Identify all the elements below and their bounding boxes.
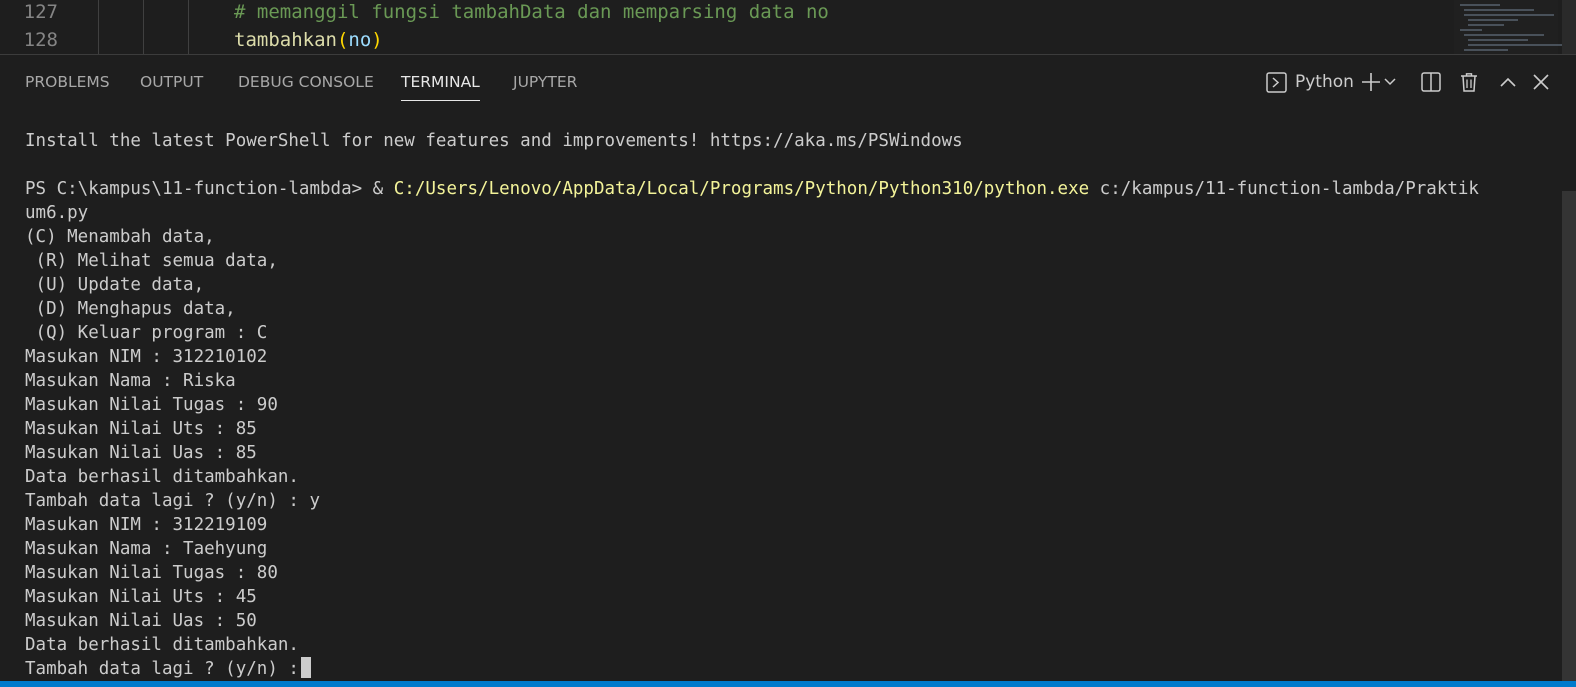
output-line: (D) Menghapus data, [25, 299, 236, 319]
minimap-line [1464, 34, 1544, 36]
split-terminal-button[interactable] [1419, 69, 1443, 95]
tab-label: PROBLEMS [25, 73, 110, 91]
code-statement: tambahkan(no) [234, 26, 383, 54]
tab-debug-console[interactable]: DEBUG CONSOLE [238, 55, 374, 111]
plus-icon [1361, 72, 1381, 92]
minimap-line [1468, 24, 1504, 26]
tab-label: DEBUG CONSOLE [238, 73, 374, 91]
tab-label: OUTPUT [140, 73, 204, 91]
minimap-line [1464, 14, 1554, 16]
launch-profile-button[interactable] [1383, 69, 1397, 95]
output-line: Masukan Nilai Tugas : 90 [25, 395, 278, 415]
terminal-scrollbar[interactable] [1562, 191, 1576, 681]
output-line: Masukan Nilai Tugas : 80 [25, 563, 278, 583]
input-prompt: Tambah data lagi ? (y/n) : [25, 659, 299, 679]
close-panel-button[interactable] [1529, 69, 1553, 95]
minimap-line [1468, 39, 1528, 41]
function-name: tambahkan [234, 29, 337, 51]
line-number: 127 [23, 1, 58, 23]
argument: no [348, 29, 372, 51]
split-terminal-icon [1421, 72, 1441, 92]
output-line: Masukan NIM : 312210102 [25, 347, 268, 367]
active-tab-indicator [401, 100, 480, 101]
install-message: Install the latest PowerShell for new fe… [25, 131, 963, 151]
panel-header: PROBLEMS OUTPUT DEBUG CONSOLE TERMINAL J… [0, 55, 1576, 111]
maximize-panel-button[interactable] [1496, 69, 1520, 95]
minimap-line [1460, 29, 1482, 31]
tab-jupyter[interactable]: JUPYTER [513, 55, 577, 111]
paren: ( [336, 29, 349, 51]
output-line: (U) Update data, [25, 275, 205, 295]
line-number: 128 [23, 29, 58, 51]
tab-output[interactable]: OUTPUT [140, 55, 203, 111]
output-line: Data berhasil ditambahkan. [25, 467, 299, 487]
output-line: Tambah data lagi ? (y/n) : y [25, 491, 321, 511]
output-line: Masukan Nama : Riska [25, 371, 236, 391]
input-prompt-line[interactable]: Tambah data lagi ? (y/n) : [25, 657, 311, 681]
output-line: Masukan Nilai Uts : 45 [25, 587, 257, 607]
shell-prompt: PS C:\kampus\11-function-lambda> & [25, 179, 394, 199]
code-line-128[interactable]: 128 tambahkan(no) [0, 26, 1420, 54]
output-line: Masukan Nilai Uts : 85 [25, 419, 257, 439]
tab-label: TERMINAL [401, 73, 480, 91]
output-line: (R) Melihat semua data, [25, 251, 278, 271]
new-terminal-button[interactable] [1360, 69, 1382, 95]
output-line: Masukan Nilai Uas : 85 [25, 443, 257, 463]
output-line: Data berhasil ditambahkan. [25, 635, 299, 655]
kill-terminal-button[interactable] [1457, 69, 1481, 95]
status-bar [0, 681, 1576, 687]
code-line-127[interactable]: 127 # memanggil fungsi tambahData dan me… [0, 0, 1420, 26]
code-editor[interactable]: 127 # memanggil fungsi tambahData dan me… [0, 0, 1576, 54]
paren: ) [371, 29, 383, 51]
output-line: (C) Menambah data, [25, 227, 215, 247]
minimap[interactable] [1454, 0, 1562, 54]
chevron-up-icon [1500, 77, 1516, 87]
terminal-icon [1266, 71, 1287, 93]
terminal-output[interactable]: Install the latest PowerShell for new fe… [0, 111, 1576, 681]
tab-label: JUPYTER [513, 73, 578, 91]
output-line: (Q) Keluar program : C [25, 323, 268, 343]
minimap-line [1464, 9, 1534, 11]
minimap-line [1460, 4, 1500, 6]
tab-problems[interactable]: PROBLEMS [25, 55, 110, 111]
terminal-profile-name: Python [1295, 72, 1354, 92]
text-cursor [300, 657, 311, 678]
python-path: C:/Users/Lenovo/AppData/Local/Programs/P… [393, 179, 1090, 199]
minimap-line [1464, 49, 1508, 51]
output-line: Masukan Nilai Uas : 50 [25, 611, 257, 631]
terminal-profile-selector[interactable]: Python [1266, 69, 1358, 95]
chevron-down-icon [1384, 78, 1396, 86]
tab-terminal[interactable]: TERMINAL [401, 55, 480, 111]
minimap-line [1468, 44, 1562, 46]
trash-icon [1460, 72, 1478, 92]
script-path: c:/kampus/11-function-lambda/Praktik [1089, 179, 1479, 199]
close-icon [1533, 74, 1549, 90]
minimap-line [1468, 19, 1518, 21]
editor-scrollbar[interactable] [1562, 0, 1576, 54]
code-comment: # memanggil fungsi tambahData dan mempar… [234, 1, 829, 23]
command-line-wrap: um6.py [25, 203, 89, 223]
output-line: Masukan NIM : 312219109 [25, 515, 268, 535]
command-line: PS C:\kampus\11-function-lambda> & C:/Us… [25, 177, 1479, 201]
output-line: Masukan Nama : Taehyung [25, 539, 268, 559]
